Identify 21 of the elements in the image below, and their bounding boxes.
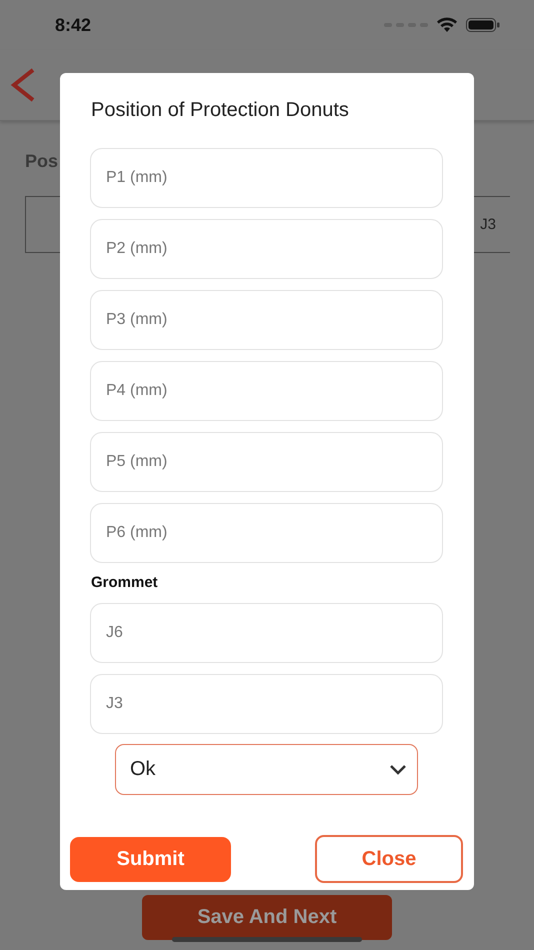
input-field[interactable]: P6 (mm) [90,503,443,563]
input-field[interactable]: P1 (mm) [90,148,443,208]
input-field[interactable]: J6 [90,603,443,663]
input-field[interactable]: P5 (mm) [90,432,443,492]
input-field[interactable]: P4 (mm) [90,361,443,421]
section-heading: Pos [25,151,60,172]
status-dropdown[interactable]: Ok [115,744,418,795]
grommet-label: Grommet [91,573,159,593]
save-next-button[interactable]: Save And Next [142,895,392,940]
input-field[interactable]: J3 [90,674,443,734]
wifi-icon [436,17,458,33]
table-header: J3 [480,216,496,233]
battery-icon [466,18,500,32]
chevron-down-icon [389,764,407,775]
input-field[interactable]: P3 (mm) [90,290,443,350]
input-field[interactable]: P2 (mm) [90,219,443,279]
close-button[interactable]: Close [315,835,463,883]
submit-button[interactable]: Submit [70,837,231,882]
status-time: 8:42 [55,14,92,36]
back-icon[interactable] [10,68,36,102]
dialog-title: Position of Protection Donuts [91,98,350,123]
